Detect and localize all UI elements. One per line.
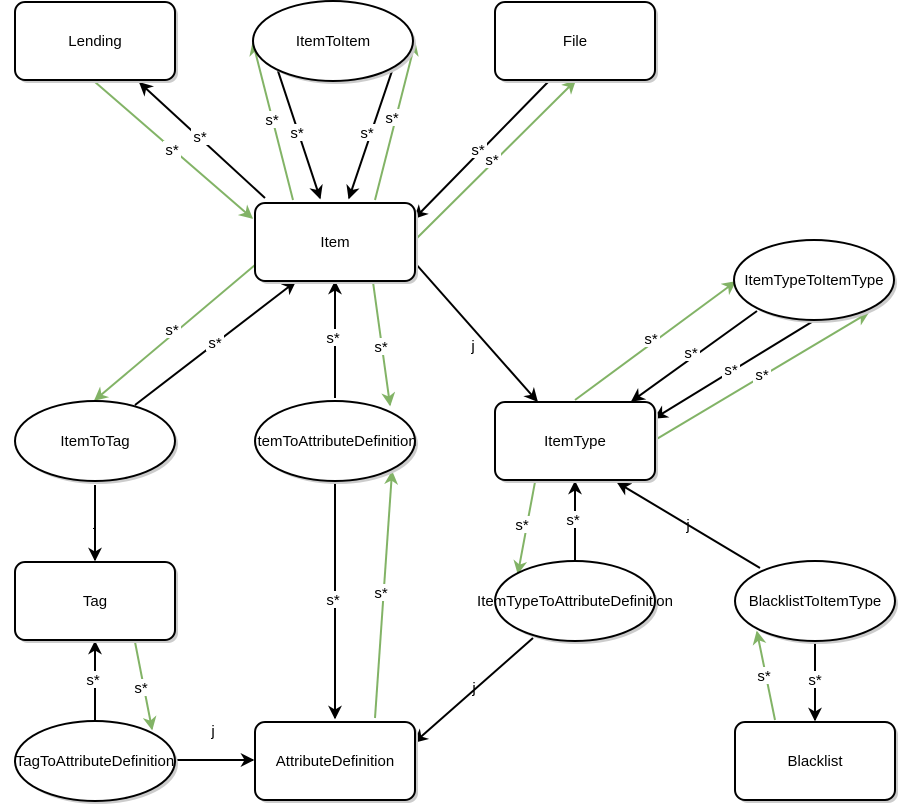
- node-itemtotag[interactable]: ItemToTag: [14, 400, 178, 484]
- edge-label: s*: [471, 142, 485, 159]
- edge-label: j: [685, 517, 689, 534]
- node-tag[interactable]: Tag: [14, 561, 178, 643]
- edge-item-to-itemtype: [414, 262, 538, 403]
- edge-label: s*: [265, 112, 279, 129]
- node-label: ItemTypeToAttributeDefinition: [477, 593, 673, 610]
- node-tagtoattributedefinition[interactable]: TagToAttributeDefinition: [14, 720, 178, 804]
- edge-label: s*: [360, 125, 374, 142]
- edge-label: s*: [165, 142, 179, 159]
- node-blacklisttoitemtype[interactable]: BlacklistToItemType: [734, 560, 898, 644]
- node-itemtoattributedefinition[interactable]: ItemToAttributeDefinition: [253, 400, 418, 484]
- edge-label: s*: [515, 517, 529, 534]
- edge-label: j: [471, 680, 475, 697]
- node-file[interactable]: File: [494, 1, 658, 83]
- edge-label: s*: [374, 585, 388, 602]
- edge-label: j: [210, 723, 214, 740]
- edge-label: s*: [326, 330, 340, 347]
- node-lending[interactable]: Lending: [14, 1, 178, 83]
- node-blacklist[interactable]: Blacklist: [734, 721, 898, 803]
- node-label: File: [563, 33, 587, 50]
- edge-label: s*: [326, 592, 340, 609]
- edge-label: s*: [208, 335, 222, 352]
- node-label: ItemToTag: [60, 433, 129, 450]
- node-label: BlacklistToItemType: [749, 593, 882, 610]
- node-attributedefinition[interactable]: AttributeDefinition: [254, 721, 418, 803]
- edge-label: s*: [86, 672, 100, 689]
- node-label: Blacklist: [787, 753, 843, 770]
- node-item[interactable]: Item: [254, 202, 418, 284]
- node-label: Lending: [68, 33, 121, 50]
- node-label: ItemType: [544, 433, 606, 450]
- er-diagram: Lending ItemToItem File Item ItemTypeToItemT…: [14, 0, 898, 804]
- edge-label: s*: [566, 512, 580, 529]
- edge-label: s*: [385, 110, 399, 127]
- edge-label: s*: [644, 331, 658, 348]
- edge-labels-layer: s*s*s*s* s*s*s*s*s*s* s*s* j s*s*s* s*js* s*s*…: [84, 109, 824, 740]
- node-itemtypetoitemtype[interactable]: ItemTypeToItemType: [733, 239, 897, 323]
- edge-label: s*: [755, 367, 769, 384]
- node-label: ItemToItem: [296, 33, 370, 50]
- edge-label: s*: [485, 152, 499, 169]
- edge-label: j: [92, 513, 96, 530]
- edge-label: s*: [724, 362, 738, 379]
- node-itemtype[interactable]: ItemType: [494, 401, 658, 483]
- node-itemtypetoattributedefinition[interactable]: ItemTypeToAttributeDefinition: [477, 560, 673, 644]
- edge-label: s*: [290, 125, 304, 142]
- node-label: ItemToAttributeDefinition: [253, 433, 416, 450]
- node-label: Tag: [83, 593, 107, 610]
- node-label: TagToAttributeDefinition: [16, 753, 174, 770]
- node-label: AttributeDefinition: [276, 753, 394, 770]
- edge-label: s*: [757, 668, 771, 685]
- edge-label: s*: [808, 672, 822, 689]
- edge-label: s*: [134, 680, 148, 697]
- edge-label: s*: [374, 339, 388, 356]
- node-label: ItemTypeToItemType: [744, 272, 883, 289]
- edge-label: s*: [193, 129, 207, 146]
- edge-label: j: [470, 338, 474, 355]
- edge-label: s*: [684, 345, 698, 362]
- edge-label: s*: [165, 322, 179, 339]
- node-label: Item: [320, 234, 349, 251]
